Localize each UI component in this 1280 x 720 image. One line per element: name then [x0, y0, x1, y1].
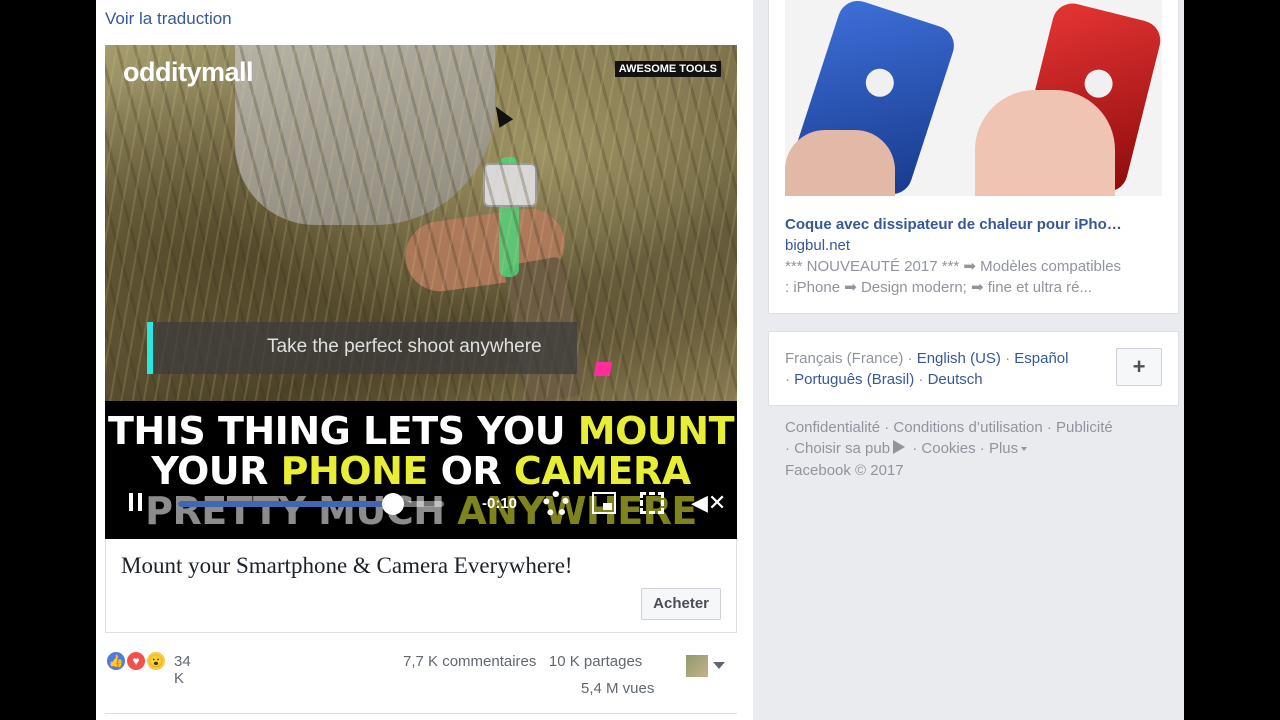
love-icon: ♥ — [125, 650, 147, 672]
language-line: · Português (Brasil) · Deutsch — [785, 371, 983, 388]
ad-image[interactable] — [785, 0, 1162, 196]
pause-button[interactable] — [129, 493, 143, 511]
language-spanish[interactable]: Español — [1014, 350, 1068, 367]
footer-links: · Choisir sa pub · Cookies · Plus — [785, 440, 1028, 457]
ad-footer: Mount your Smartphone & Camera Everywher… — [105, 539, 737, 633]
mute-icon[interactable]: ◀✕ — [691, 490, 726, 516]
progress-knob[interactable] — [382, 493, 405, 515]
cookies-link[interactable]: Cookies — [921, 440, 975, 457]
wow-icon: 😮 — [145, 650, 167, 672]
headline-line-1: THIS THING LETS YOU MOUNT — [108, 409, 735, 453]
brand-logo: odditymall — [123, 57, 254, 87]
caption-accent — [147, 322, 153, 374]
ad-description: : iPhone ➡ Design modern; ➡ fine et ultr… — [785, 279, 1092, 296]
divider — [105, 713, 737, 714]
time-remaining: -0:10 — [482, 495, 518, 512]
language-selector: Français (France) · English (US) · Españ… — [768, 331, 1179, 406]
adchoices-icon — [893, 440, 906, 454]
video-controls: -0:10 ◀✕ — [105, 485, 737, 525]
fullscreen-icon[interactable] — [640, 492, 664, 514]
progress-bar[interactable] — [178, 493, 444, 515]
see-translation-link[interactable]: Voir la traduction — [105, 9, 232, 29]
views-count: 5,4 M vues — [581, 680, 655, 697]
privacy-link[interactable]: Confidentialité — [785, 419, 880, 436]
language-english[interactable]: English (US) — [917, 350, 1001, 367]
news-feed-post: Voir la traduction odditymall AWESOME TO… — [96, 0, 753, 720]
ad-title[interactable]: Mount your Smartphone & Camera Everywher… — [121, 553, 573, 579]
ad-headline[interactable]: Coque avec dissipateur de chaleur pour i… — [785, 216, 1122, 233]
apple-logo-icon — [1081, 66, 1116, 101]
advertising-link[interactable]: Publicité — [1056, 419, 1113, 436]
more-label: Plus — [988, 440, 1019, 457]
more-link[interactable]: Plus — [988, 440, 1028, 457]
video-player[interactable]: odditymall AWESOME TOOLS Take the perfec… — [105, 45, 737, 539]
terms-link[interactable]: Conditions d’utilisation — [893, 419, 1042, 436]
left-letterbox — [0, 0, 96, 720]
hand-image — [975, 90, 1115, 196]
sponsored-ad-card[interactable]: Coque avec dissipateur de chaleur pour i… — [768, 0, 1179, 314]
like-icon: 👍 — [105, 650, 127, 672]
adchoices-link[interactable]: Choisir sa pub — [794, 440, 890, 457]
shares-count[interactable]: 10 K partages — [549, 653, 642, 670]
comments-count[interactable]: 7,7 K commentaires — [403, 653, 536, 670]
ad-description: *** NOUVEAUTÉ 2017 *** ➡ Modèles compati… — [785, 258, 1122, 275]
video-caption: Take the perfect shoot anywhere — [267, 336, 542, 357]
ad-domain[interactable]: bigbul.net — [785, 237, 850, 254]
caret-down-icon — [1021, 447, 1028, 451]
language-german[interactable]: Deutsch — [928, 371, 983, 388]
reaction-count[interactable]: 34 K — [174, 653, 191, 687]
add-language-button[interactable]: + — [1116, 348, 1162, 386]
right-letterbox — [1184, 0, 1280, 720]
copyright: Facebook © 2017 — [785, 462, 904, 479]
footer-links: Confidentialité · Conditions d’utilisati… — [785, 419, 1113, 436]
chevron-down-icon[interactable] — [713, 662, 725, 669]
right-sidebar: Coque avec dissipateur de chaleur pour i… — [753, 0, 1184, 720]
picture-in-picture-icon[interactable] — [592, 492, 616, 514]
apple-logo-icon — [862, 65, 898, 101]
language-line: Français (France) · English (US) · Españ… — [785, 350, 1069, 367]
buy-button[interactable]: Acheter — [641, 588, 721, 620]
gear-icon[interactable] — [543, 491, 569, 517]
pink-marker — [593, 362, 613, 376]
video-frame: odditymall AWESOME TOOLS Take the perfec… — [105, 45, 737, 405]
awesome-tools-badge: AWESOME TOOLS — [614, 61, 721, 77]
current-language: Français (France) — [785, 350, 904, 367]
engagement-stats: 7,7 K commentaires 10 K partages — [403, 653, 642, 670]
avatar[interactable] — [686, 655, 708, 677]
hand-image — [785, 130, 895, 196]
language-portuguese[interactable]: Português (Brasil) — [794, 371, 914, 388]
progress-fill — [178, 501, 394, 507]
